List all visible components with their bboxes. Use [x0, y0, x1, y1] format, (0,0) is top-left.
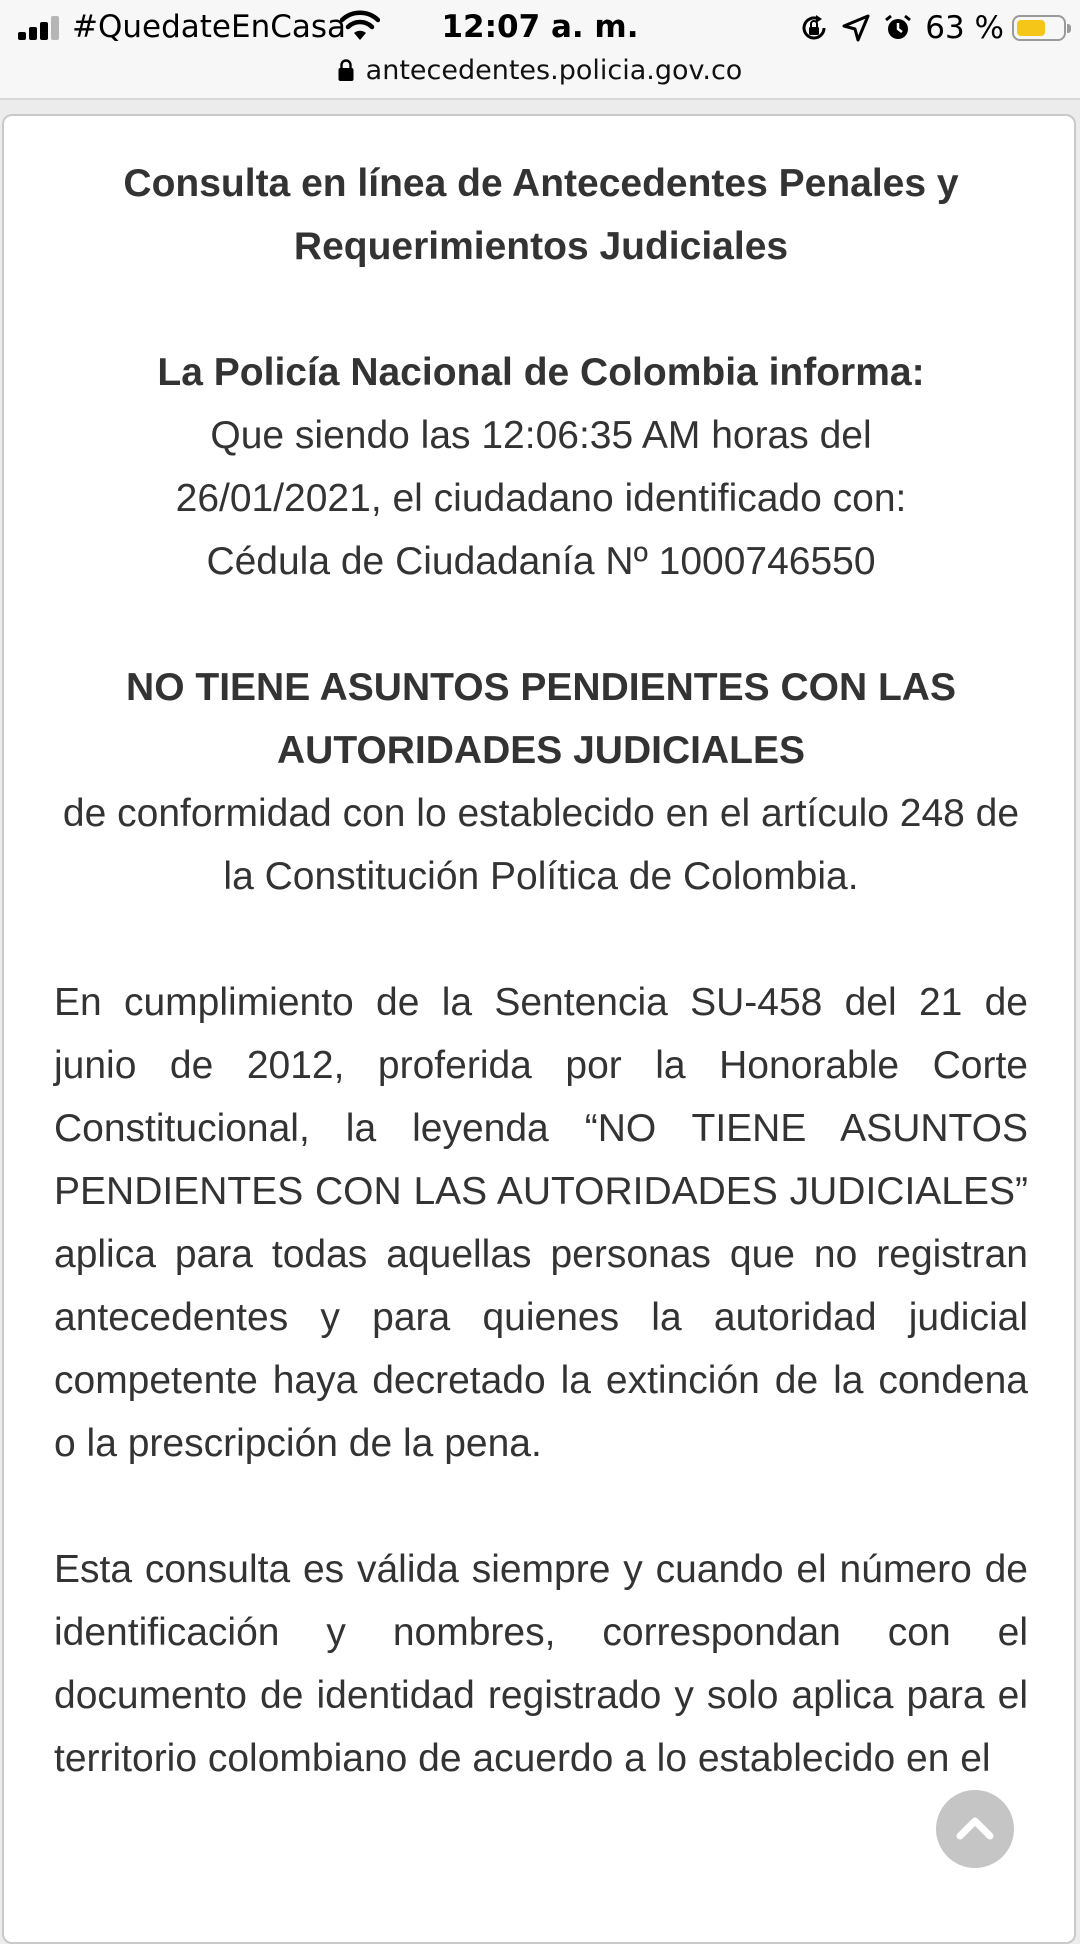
battery-icon	[1012, 15, 1071, 41]
result-detail: de conformidad con lo establecido en el …	[62, 792, 1020, 898]
wifi-icon	[340, 10, 380, 40]
info-line-date: 26/01/2021, el ciudadano identificado co…	[175, 477, 907, 520]
info-line-id: Cédula de Ciudadanía Nº 1000746550	[206, 540, 876, 583]
url-bar[interactable]: antecedentes.policia.gov.co	[0, 48, 1080, 100]
info-heading: La Policía Nacional de Colombia informa:	[157, 351, 925, 394]
chevron-up-icon	[956, 1817, 994, 1840]
alarm-icon	[885, 14, 912, 39]
info-line-time: Que siendo las 12:06:35 AM horas del	[210, 414, 872, 457]
carrier-name: #QuedateEnCasa	[72, 9, 347, 45]
legal-paragraph-validity: Esta consulta es válida siempre y cuando…	[54, 1548, 1028, 1780]
status-icons: 63 %	[799, 8, 1071, 48]
result-status: NO TIENE ASUNTOS PENDIENTES CON LAS AUTO…	[126, 666, 956, 772]
legal-paragraph-sentence: En cumplimiento de la Sentencia SU-458 d…	[54, 981, 1028, 1465]
scroll-to-top-button[interactable]	[936, 1790, 1014, 1868]
location-icon	[842, 14, 870, 42]
battery-percent: 63 %	[925, 10, 1004, 46]
signal-icon	[18, 16, 62, 40]
url-text[interactable]: antecedentes.policia.gov.co	[366, 55, 743, 86]
document-content: Consulta en línea de Antecedentes Penale…	[54, 152, 1028, 1790]
orientation-lock-icon	[802, 15, 826, 40]
battery-fill	[1017, 20, 1045, 36]
lock-icon	[338, 59, 354, 81]
status-time: 12:07 a. m.	[441, 9, 639, 45]
page-title: Consulta en línea de Antecedentes Penale…	[123, 162, 959, 268]
result-card: Consulta en línea de Antecedentes Penale…	[2, 114, 1076, 1944]
